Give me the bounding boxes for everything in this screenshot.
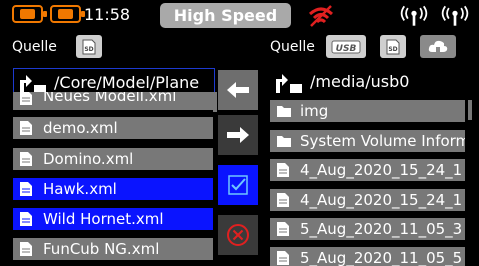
right-cloud-button[interactable] bbox=[420, 35, 456, 58]
sd-card-icon: SD bbox=[82, 39, 96, 54]
list-item[interactable]: Hawk.xml bbox=[13, 178, 213, 200]
battery-icon bbox=[50, 5, 85, 23]
file-name: 5_Aug_2020_11_05_3 bbox=[300, 220, 463, 238]
file-name: demo.xml bbox=[43, 119, 118, 137]
file-name: System Volume Inform bbox=[300, 132, 465, 150]
battery-icon bbox=[12, 5, 47, 23]
sd-card-icon: SD bbox=[386, 39, 400, 54]
left-source-label: Quelle bbox=[12, 39, 57, 55]
file-icon bbox=[20, 152, 32, 166]
file-name: Hawk.xml bbox=[43, 180, 117, 198]
sd-label: SD bbox=[84, 46, 93, 53]
list-item[interactable]: Domino.xml bbox=[13, 148, 213, 170]
right-scrollbar[interactable] bbox=[468, 100, 472, 120]
folder-up-icon[interactable] bbox=[274, 72, 304, 94]
file-icon bbox=[20, 92, 32, 105]
right-path-bar[interactable]: /media/usb0 bbox=[270, 68, 470, 98]
left-sd-button[interactable]: SD bbox=[76, 35, 102, 58]
file-name: img bbox=[300, 102, 329, 120]
left-file-list[interactable]: Neues Modell.xml demo.xml Domino.xml Haw… bbox=[13, 92, 213, 266]
list-item[interactable]: FunCub NG.xml bbox=[13, 238, 213, 260]
checkbox-icon bbox=[228, 175, 248, 195]
list-item[interactable]: 4_Aug_2020_15_24_1 bbox=[270, 159, 465, 181]
list-item[interactable]: Wild Hornet.xml bbox=[13, 208, 213, 230]
usb-icon: USB bbox=[331, 40, 361, 54]
file-icon bbox=[20, 242, 32, 256]
cloud-icon bbox=[428, 40, 448, 54]
file-icon bbox=[20, 212, 32, 226]
usb-label: USB bbox=[336, 44, 357, 54]
file-icon bbox=[277, 193, 289, 207]
sd-label: SD bbox=[388, 46, 397, 53]
file-name: 4_Aug_2020_15_24_1 bbox=[300, 161, 463, 179]
right-file-list[interactable]: img System Volume Inform 4_Aug_2020_15_2… bbox=[270, 100, 465, 266]
folder-icon bbox=[277, 136, 291, 147]
list-item[interactable]: Neues Modell.xml bbox=[13, 92, 213, 110]
file-name: Neues Modell.xml bbox=[43, 92, 177, 105]
file-icon bbox=[20, 121, 32, 135]
file-name: Wild Hornet.xml bbox=[43, 210, 164, 228]
wifi-off-icon bbox=[308, 5, 334, 27]
arrow-left-icon bbox=[227, 82, 249, 98]
left-scrollbar[interactable] bbox=[213, 92, 217, 112]
mode-badge[interactable]: High Speed bbox=[160, 3, 291, 28]
delete-button[interactable] bbox=[218, 215, 258, 255]
list-item[interactable]: 5_Aug_2020_11_05_3 bbox=[270, 218, 465, 240]
list-item[interactable]: System Volume Inform bbox=[270, 130, 465, 152]
arrow-right-icon bbox=[227, 127, 249, 143]
file-icon bbox=[277, 163, 289, 177]
right-usb-button[interactable]: USB bbox=[326, 35, 366, 58]
file-name: FunCub NG.xml bbox=[43, 240, 160, 258]
list-item[interactable]: 5_Aug_2020_11_05_5 bbox=[270, 247, 465, 266]
right-sd-button[interactable]: SD bbox=[380, 35, 406, 58]
select-all-button[interactable] bbox=[218, 165, 258, 205]
right-source-label: Quelle bbox=[270, 39, 315, 55]
file-icon bbox=[20, 182, 32, 196]
copy-right-button[interactable] bbox=[218, 115, 258, 155]
file-name: 4_Aug_2020_15_24_1 bbox=[300, 191, 463, 209]
antenna-signal-icon bbox=[441, 5, 469, 26]
list-item[interactable]: img bbox=[270, 100, 465, 122]
clock: 11:58 bbox=[84, 5, 131, 24]
file-icon bbox=[277, 251, 289, 265]
list-item[interactable]: 4_Aug_2020_15_24_1 bbox=[270, 189, 465, 211]
file-icon bbox=[277, 222, 289, 236]
folder-icon bbox=[277, 106, 291, 117]
file-name: Domino.xml bbox=[43, 150, 134, 168]
copy-left-button[interactable] bbox=[218, 70, 258, 110]
delete-icon bbox=[227, 224, 249, 246]
list-item[interactable]: demo.xml bbox=[13, 117, 213, 139]
right-path: /media/usb0 bbox=[310, 72, 410, 91]
file-name: 5_Aug_2020_11_05_5 bbox=[300, 249, 463, 266]
antenna-signal-icon bbox=[400, 5, 428, 26]
